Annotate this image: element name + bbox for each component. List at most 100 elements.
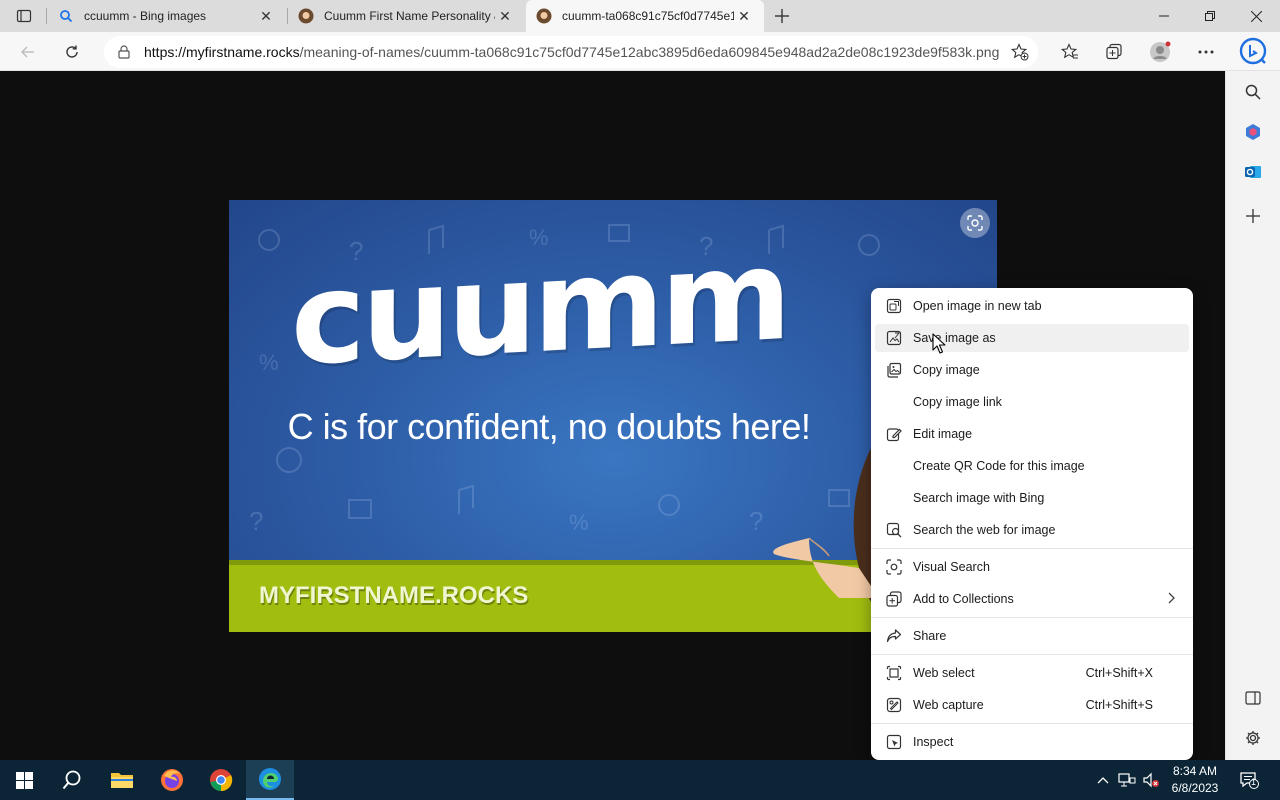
menu-item-label: Copy image link (913, 395, 1002, 409)
svg-text:?: ? (749, 506, 763, 536)
new-tab-button[interactable] (770, 4, 794, 28)
volume-muted-icon (1143, 772, 1159, 788)
favorites-star-icon (1061, 43, 1078, 59)
sidebar-outlook-button[interactable] (1238, 157, 1268, 187)
menu-edit-image[interactable]: Edit image (875, 420, 1189, 448)
bing-chat-button[interactable] (1237, 35, 1269, 67)
visual-search-button[interactable] (960, 208, 990, 238)
menu-item-label: Save image as (913, 331, 996, 345)
profile-button[interactable] (1145, 37, 1175, 67)
refresh-button[interactable] (57, 37, 87, 67)
collections-button[interactable] (1099, 37, 1129, 67)
volume-tray-button[interactable] (1140, 760, 1162, 800)
restore-button[interactable] (1187, 0, 1233, 32)
inspect-icon (875, 734, 913, 750)
restore-icon (1205, 11, 1215, 21)
tab-bing-images[interactable]: ccuumm - Bing images ✕ (48, 0, 286, 32)
title-bar: ccuumm - Bing images ✕ Cuumm First Name … (0, 0, 1280, 32)
menu-share[interactable]: Share (875, 622, 1189, 650)
gear-icon (1246, 731, 1260, 745)
tab-actions-button[interactable] (8, 4, 40, 28)
menu-item-label: Inspect (913, 735, 954, 749)
network-icon (1118, 773, 1136, 787)
refresh-icon (66, 45, 78, 58)
add-favorite-button[interactable] (1002, 43, 1038, 61)
tab-cuumm-personality[interactable]: Cuumm First Name Personality & ✕ (288, 0, 525, 32)
avatar (1150, 41, 1171, 62)
menu-item-label: Add to Collections (913, 592, 1014, 606)
menu-copy-image[interactable]: Copy image (875, 356, 1189, 384)
sidebar-settings-button[interactable] (1238, 723, 1268, 753)
menu-separator (871, 654, 1193, 655)
lock-icon[interactable] (104, 45, 144, 59)
chrome-icon (210, 769, 233, 792)
menu-separator (871, 548, 1193, 549)
menu-open-image-new-tab[interactable]: Open image in new tab (875, 292, 1189, 320)
bing-search-icon (58, 8, 74, 24)
close-icon (1250, 10, 1262, 22)
menu-item-label: Create QR Code for this image (913, 459, 1085, 473)
menu-visual-search[interactable]: Visual Search (875, 553, 1189, 581)
save-image-icon (875, 330, 913, 346)
menu-item-label: Web select (913, 666, 975, 680)
collections-icon (875, 591, 913, 607)
clock-time: 8:34 AM (1172, 764, 1218, 778)
image-name-text: cuumm (291, 220, 788, 394)
taskbar-firefox[interactable] (148, 760, 196, 800)
tab-title: cuumm-ta068c91c75cf0d7745e1 (562, 9, 734, 23)
minimize-button[interactable] (1141, 0, 1187, 32)
taskbar-clock[interactable]: 8:34 AM 6/8/2023 (1164, 763, 1226, 797)
sidebar-hide-button[interactable] (1238, 683, 1268, 713)
menu-search-web-for-image[interactable]: Search the web for image (875, 516, 1189, 544)
close-tab-icon[interactable]: ✕ (495, 6, 515, 26)
menu-save-image-as[interactable]: Save image as (875, 324, 1189, 352)
menu-web-capture[interactable]: Web capture Ctrl+Shift+S (875, 691, 1189, 719)
sidebar-office-button[interactable] (1238, 117, 1268, 147)
windows-taskbar: 8:34 AM 6/8/2023 1 (0, 760, 1280, 800)
close-tab-icon[interactable]: ✕ (734, 6, 754, 26)
menu-item-label: Open image in new tab (913, 299, 1042, 313)
windows-logo-icon (15, 771, 33, 789)
show-hidden-icons-button[interactable] (1094, 760, 1112, 800)
myfirstname-favicon (298, 8, 314, 24)
collections-icon (1106, 43, 1122, 60)
tab-cuumm-image[interactable]: cuumm-ta068c91c75cf0d7745e1 ✕ (526, 0, 764, 32)
network-tray-button[interactable] (1116, 760, 1138, 800)
url-text[interactable]: https://myfirstname.rocks/meaning-of-nam… (144, 44, 1002, 60)
menu-inspect[interactable]: Inspect (875, 728, 1189, 756)
settings-more-button[interactable] (1191, 37, 1221, 67)
share-icon (875, 628, 913, 644)
taskbar-chrome[interactable] (197, 760, 245, 800)
taskbar-file-explorer[interactable] (98, 760, 146, 800)
menu-item-label: Web capture (913, 698, 984, 712)
menu-add-to-collections[interactable]: Add to Collections (875, 585, 1189, 613)
address-bar[interactable]: https://myfirstname.rocks/meaning-of-nam… (104, 36, 1038, 68)
action-center-button[interactable]: 1 (1234, 760, 1264, 800)
taskbar-edge[interactable] (246, 760, 294, 800)
start-button[interactable] (0, 760, 48, 800)
menu-create-qr-code[interactable]: Create QR Code for this image (875, 452, 1189, 480)
back-button[interactable] (13, 37, 43, 67)
tab-separator (46, 8, 47, 24)
minimize-icon (1159, 15, 1169, 17)
menu-web-select[interactable]: Web select Ctrl+Shift+X (875, 659, 1189, 687)
menu-item-label: Edit image (913, 427, 973, 441)
close-window-button[interactable] (1233, 0, 1279, 32)
taskbar-search-button[interactable] (48, 760, 96, 800)
sidebar-panel-icon (1245, 691, 1261, 705)
open-new-tab-icon (875, 298, 913, 314)
chevron-right-icon (1167, 592, 1175, 607)
edge-sidebar (1225, 71, 1280, 760)
close-tab-icon[interactable]: ✕ (256, 6, 276, 26)
menu-copy-image-link[interactable]: Copy image link (875, 388, 1189, 416)
visual-search-icon (875, 559, 913, 575)
sidebar-add-button[interactable] (1238, 201, 1268, 231)
web-select-icon (875, 665, 913, 681)
plus-icon (775, 9, 789, 23)
office-icon (1246, 124, 1260, 140)
sidebar-search-button[interactable] (1238, 77, 1268, 107)
copy-image-icon (875, 362, 913, 378)
menu-search-image-bing[interactable]: Search image with Bing (875, 484, 1189, 512)
menu-item-label: Visual Search (913, 560, 990, 574)
favorites-button[interactable] (1055, 37, 1085, 67)
